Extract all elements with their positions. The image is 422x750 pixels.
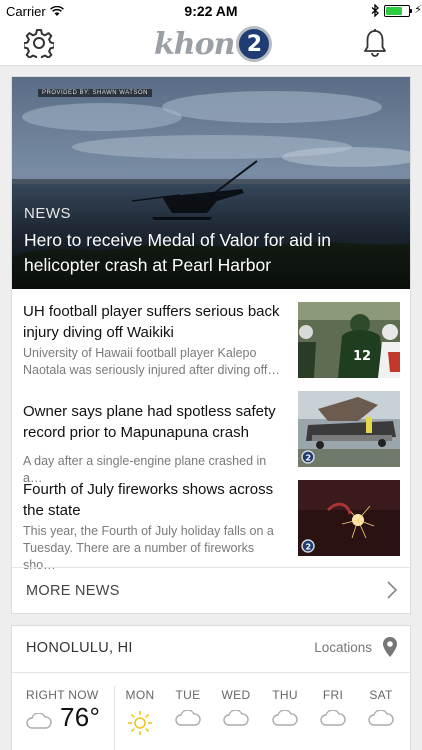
forecast-day: THU [267, 688, 303, 726]
top-story-category: NEWS [24, 205, 71, 222]
cloud-icon [26, 713, 52, 729]
forecast-day: MON [122, 688, 158, 736]
svg-text:2: 2 [306, 543, 312, 552]
forecast-day-label: SAT [369, 688, 393, 702]
story-thumbnail: 12 [298, 302, 400, 378]
logo-badge: 2 [236, 26, 273, 62]
news-card: PROVIDED BY: SHAWN WATSON NEWS Hero to r… [11, 76, 411, 614]
list-item[interactable]: Owner says plane had spotless safety rec… [12, 391, 410, 485]
station-logo: khon 2 [154, 24, 273, 64]
locations-button[interactable]: Locations [314, 640, 372, 655]
forecast-day: TUE [170, 688, 206, 726]
weather-card: HONOLULU, HI Locations RIGHT NOW 76° MON… [11, 625, 411, 750]
list-item[interactable]: Fourth of July fireworks shows across th… [12, 479, 410, 572]
logo-wordmark: khon [154, 26, 235, 62]
forecast-day-label: THU [272, 688, 298, 702]
sun-icon [128, 711, 152, 735]
top-story[interactable]: PROVIDED BY: SHAWN WATSON NEWS Hero to r… [12, 77, 410, 289]
story-title[interactable]: Owner says plane had spotless safety rec… [23, 401, 289, 443]
photo-credit: PROVIDED BY: SHAWN WATSON [38, 89, 152, 97]
forecast-day-label: WED [221, 688, 251, 702]
clock: 9:22 AM [184, 3, 238, 19]
divider [12, 672, 410, 673]
forecast-day: SAT [363, 688, 399, 726]
now-label: RIGHT NOW [26, 688, 99, 702]
status-bar: Carrier 9:22 AM ⚡ [0, 0, 422, 22]
location-pin-icon[interactable] [382, 636, 398, 658]
cloud-icon [272, 710, 298, 726]
story-thumbnail: 2 [298, 391, 400, 467]
svg-text:2: 2 [306, 454, 312, 463]
more-news-row[interactable]: MORE NEWS [12, 567, 410, 613]
chevron-right-icon [387, 581, 398, 599]
story-title[interactable]: UH football player suffers serious back … [23, 301, 289, 343]
divider [114, 686, 115, 750]
svg-text:12: 12 [353, 349, 371, 364]
weather-city: HONOLULU, HI [26, 640, 133, 656]
forecast-day-label: MON [125, 688, 155, 702]
top-story-headline[interactable]: Hero to receive Medal of Valor for aid i… [24, 228, 394, 278]
forecast-day: FRI [315, 688, 351, 726]
battery-icon [384, 5, 412, 17]
cloud-icon [175, 710, 201, 726]
story-thumbnail: 2 [298, 480, 400, 556]
bluetooth-icon [371, 4, 379, 17]
gear-icon[interactable] [24, 28, 54, 58]
cloud-icon [320, 710, 346, 726]
current-temperature: 76° [60, 702, 101, 732]
story-description: University of Hawaii football player Kal… [23, 346, 280, 377]
list-item[interactable]: UH football player suffers serious back … [12, 301, 410, 381]
story-title[interactable]: Fourth of July fireworks shows across th… [23, 479, 289, 521]
forecast-day-label: FRI [322, 688, 344, 702]
bell-icon[interactable] [362, 28, 388, 58]
more-news-label[interactable]: MORE NEWS [26, 583, 120, 599]
charging-icon: ⚡ [414, 4, 422, 16]
forecast-day: WED [218, 688, 254, 726]
app-header: khon 2 [0, 22, 422, 66]
cloud-icon [368, 710, 394, 726]
current-conditions: RIGHT NOW 76° [26, 688, 100, 732]
cloud-icon [223, 710, 249, 726]
forecast-day-label: TUE [175, 688, 201, 702]
